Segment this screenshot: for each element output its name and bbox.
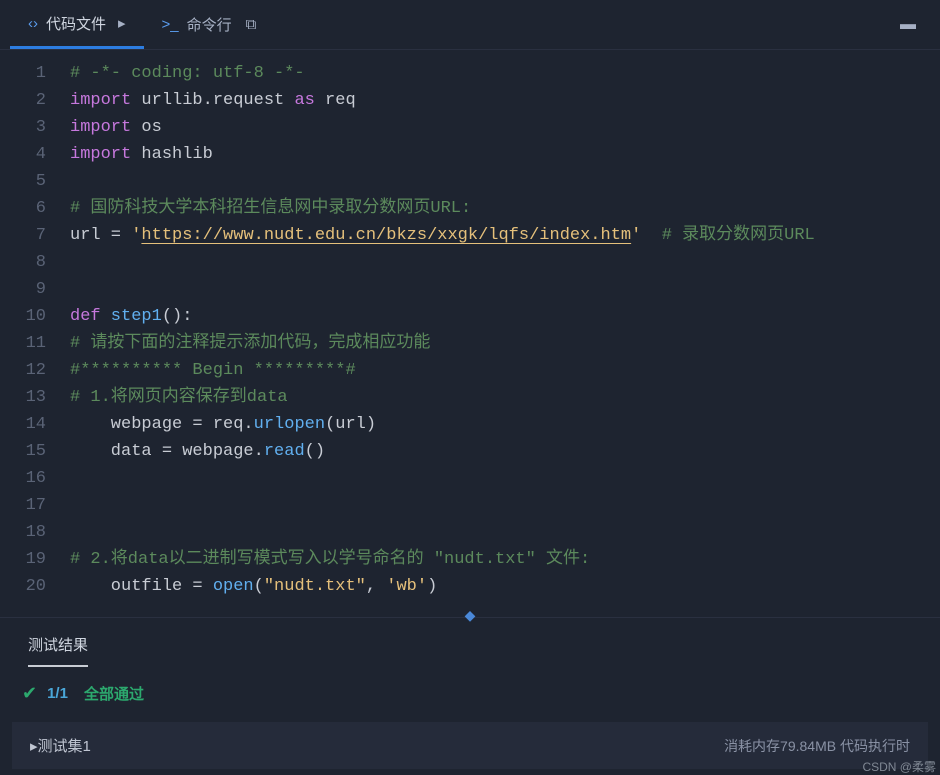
line-number: 10	[0, 303, 62, 330]
chevron-right-icon: ▸	[30, 737, 38, 755]
line-number: 18	[0, 519, 62, 546]
line-number: 8	[0, 249, 62, 276]
line-number: 14	[0, 411, 62, 438]
test-set-row[interactable]: ▸ 测试集1 消耗内存79.84MB 代码执行时	[12, 722, 928, 769]
line-number: 20	[0, 573, 62, 600]
results-tab[interactable]: 测试结果	[28, 634, 88, 667]
line-number: 17	[0, 492, 62, 519]
duplicate-icon: ⧉	[246, 16, 257, 33]
pass-count: 1/1	[47, 685, 68, 702]
code-icon: ‹›	[28, 15, 38, 32]
pass-label: 全部通过	[84, 683, 144, 704]
line-number: 15	[0, 438, 62, 465]
line-number: 16	[0, 465, 62, 492]
watermark: CSDN @柔雾	[862, 758, 936, 775]
line-number: 12	[0, 357, 62, 384]
panel-resize-handle[interactable]: ◆	[465, 607, 476, 624]
tab-code-file[interactable]: ‹› 代码文件 ▸	[10, 1, 144, 49]
tab-label: 命令行	[187, 14, 232, 35]
tab-bar: ‹› 代码文件 ▸ >_ 命令行 ⧉ ▬	[0, 0, 940, 50]
results-tab-bar: 测试结果	[0, 618, 940, 667]
line-gutter: 1234567891011121314151617181920	[0, 50, 62, 608]
line-number: 1	[0, 60, 62, 87]
line-number: 5	[0, 168, 62, 195]
test-set-name: 测试集1	[38, 735, 91, 756]
line-number: 13	[0, 384, 62, 411]
line-number: 3	[0, 114, 62, 141]
chevron-right-icon: ▸	[118, 14, 126, 32]
line-number: 19	[0, 546, 62, 573]
line-number: 11	[0, 330, 62, 357]
test-set-status: 消耗内存79.84MB 代码执行时	[724, 736, 910, 756]
code-editor[interactable]: 1234567891011121314151617181920 # -*- co…	[0, 50, 940, 608]
tab-terminal[interactable]: >_ 命令行 ⧉	[144, 2, 275, 47]
check-icon: ✔	[22, 683, 37, 704]
line-number: 6	[0, 195, 62, 222]
line-number: 7	[0, 222, 62, 249]
line-number: 2	[0, 87, 62, 114]
results-summary: ✔ 1/1 全部通过	[0, 667, 940, 704]
folder-icon[interactable]: ▬	[886, 8, 930, 42]
line-number: 4	[0, 141, 62, 168]
terminal-icon: >_	[162, 16, 179, 33]
results-panel: 测试结果 ✔ 1/1 全部通过 ▸ 测试集1 消耗内存79.84MB 代码执行时	[0, 617, 940, 775]
tab-label: 代码文件	[46, 13, 106, 34]
line-number: 9	[0, 276, 62, 303]
code-content[interactable]: # -*- coding: utf-8 -*- import urllib.re…	[62, 50, 940, 608]
